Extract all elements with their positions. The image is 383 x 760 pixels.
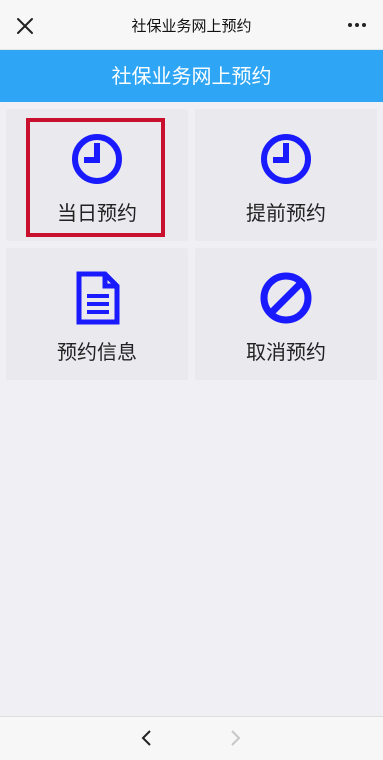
page-banner: 社保业务网上预约 — [0, 50, 383, 102]
chevron-left-icon[interactable] — [138, 728, 156, 748]
page-title: 社保业务网上预约 — [111, 64, 272, 88]
chevron-right-icon[interactable] — [226, 728, 244, 748]
bottom-navigation-bar — [0, 716, 383, 760]
same-day-appointment-label: 当日预约 — [57, 201, 137, 225]
service-grid: 当日预约 提前预约 预约信息 取消预约 — [6, 109, 377, 385]
same-day-appointment-tile[interactable]: 当日预约 — [6, 109, 188, 241]
ban-icon — [260, 272, 312, 324]
appointment-info-tile[interactable]: 预约信息 — [6, 248, 188, 380]
clock-icon — [261, 134, 311, 184]
document-icon — [76, 271, 120, 325]
appointment-info-label: 预约信息 — [57, 340, 137, 364]
advance-appointment-tile[interactable]: 提前预约 — [195, 109, 377, 241]
clock-icon — [72, 134, 122, 184]
cancel-appointment-label: 取消预约 — [246, 340, 326, 364]
cancel-appointment-tile[interactable]: 取消预约 — [195, 248, 377, 380]
advance-appointment-label: 提前预约 — [246, 201, 326, 225]
top-navigation-title: 社保业务网上预约 — [131, 17, 252, 35]
more-icon[interactable] — [346, 17, 368, 33]
top-navigation-bar: 社保业务网上预约 — [0, 0, 383, 50]
